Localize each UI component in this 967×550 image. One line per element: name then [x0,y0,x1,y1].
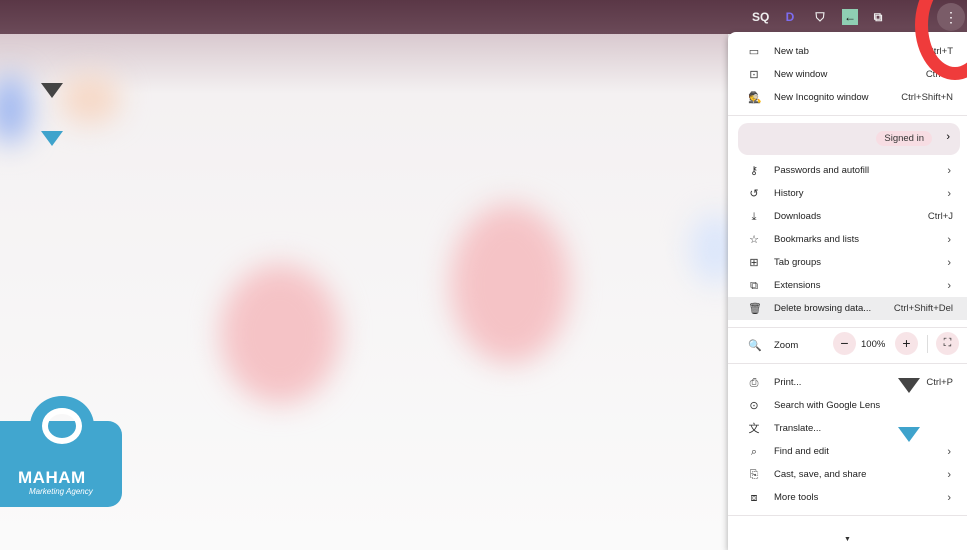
triangle-marker-blue [41,131,63,146]
label: Tab groups [774,257,822,268]
puzzle-icon: ⧉ [750,279,758,292]
divider [728,515,967,516]
trash-icon: 🗑 [748,302,762,315]
menu-item-history[interactable]: ↺ History › [728,182,967,205]
divider [728,363,967,364]
label: Find and edit [774,446,829,457]
menu-item-cast-save-share[interactable]: ⎘ Cast, save, and share › [728,463,967,486]
label: More tools [774,492,819,503]
menu-item-incognito[interactable]: 🕵 New Incognito window Ctrl+Shift+N [728,86,967,109]
new-window-icon: ⊡ [749,68,759,81]
chevron-right-icon: › [947,187,951,200]
label: Print... [774,377,802,388]
label: Passwords and autofill [774,165,870,176]
logo-ring-inner [42,408,82,444]
shortcut: Ctrl+P [926,377,953,388]
download-icon: ⤓ [751,210,757,223]
menu-item-downloads[interactable]: ⤓ Downloads Ctrl+J [728,205,967,228]
divider [728,327,967,328]
label: Downloads [774,211,821,222]
zoom-value: 100% [861,339,886,350]
chevron-right-icon: › [946,131,950,143]
chevron-right-icon: › [947,233,951,246]
fullscreen-button[interactable]: ⛶ [936,332,959,355]
menu-item-delete-browsing-data[interactable]: 🗑 Delete browsing data... Ctrl+Shift+Del [728,297,967,320]
chevron-right-icon: › [947,164,951,177]
label: New tab [774,46,809,57]
key-icon: ⚷ [749,164,759,177]
shortcut: Ctrl+Shift+N [901,92,953,103]
toolbox-icon: ⧈ [750,491,758,504]
zoom-icon: 🔍 [748,339,762,352]
menu-item-translate[interactable]: 文 Translate... [728,417,967,440]
triangle-marker-dark [898,378,920,393]
new-tab-icon: ▭ [748,45,760,58]
scroll-down-arrow-icon[interactable]: ▼ [844,536,851,543]
profile-signed-in[interactable]: Signed in › [738,123,960,155]
translate-icon: 文 [748,422,760,435]
menu-item-print[interactable]: ⎙ Print... Ctrl+P [728,371,967,394]
print-icon: ⎙ [749,376,759,389]
label: Delete browsing data... [774,303,872,314]
triangle-marker-dark [41,83,63,98]
cast-icon: ⎘ [749,468,759,481]
divider [927,335,928,353]
label: History [774,188,804,199]
shortcut: Ctrl+J [927,211,953,222]
label: New Incognito window [774,92,869,103]
chevron-right-icon: › [947,468,951,481]
divider [728,115,967,116]
menu-item-more-tools[interactable]: ⧈ More tools › [728,486,967,509]
lens-icon: ⊙ [749,399,759,412]
label: Extensions [774,280,821,291]
menu-item-extensions[interactable]: ⧉ Extensions › [728,274,967,297]
history-icon: ↺ [749,187,759,200]
zoom-out-button[interactable]: − [833,332,856,355]
shortcut: Ctrl+Shift+Del [893,303,953,314]
zoom-in-button[interactable]: + [895,332,918,355]
menu-item-google-lens[interactable]: ⊙ Search with Google Lens [728,394,967,417]
menu-item-passwords[interactable]: ⚷ Passwords and autofill › [728,159,967,182]
menu-item-bookmarks[interactable]: ☆ Bookmarks and lists › [728,228,967,251]
logo-tagline: Marketing Agency [29,487,93,496]
d-extension-icon[interactable]: D [782,9,798,25]
chevron-right-icon: › [947,491,951,504]
sq-icon[interactable]: SQ [752,9,769,25]
label: Translate... [774,423,822,434]
signed-in-badge: Signed in [876,131,932,146]
find-icon: ⌕ [750,445,758,458]
star-icon: ☆ [749,233,759,246]
chevron-right-icon: › [947,256,951,269]
label: New window [774,69,828,80]
chrome-menu: ▭ New tab Ctrl+T ⊡ New window Ctrl+N 🕵 New In… [728,32,967,550]
zoom-label: Zoom [774,340,799,351]
logo-name: MAHAM [18,468,86,487]
incognito-icon: 🕵 [748,91,762,104]
shield-extension-icon[interactable]: ⛉ [812,9,828,25]
triangle-marker-blue [898,427,920,442]
label: Bookmarks and lists [774,234,860,245]
back-arrow-extension-icon[interactable]: ← [842,9,858,25]
label: Search with Google Lens [774,400,881,411]
menu-item-tab-groups[interactable]: ⊞ Tab groups › [728,251,967,274]
chevron-right-icon: › [947,279,951,292]
tab-groups-icon: ⊞ [749,256,759,269]
chevron-right-icon: › [947,445,951,458]
menu-item-find-and-edit[interactable]: ⌕ Find and edit › [728,440,967,463]
label: Cast, save, and share [774,469,867,480]
puzzle-icon[interactable]: ⧉ [870,9,886,25]
